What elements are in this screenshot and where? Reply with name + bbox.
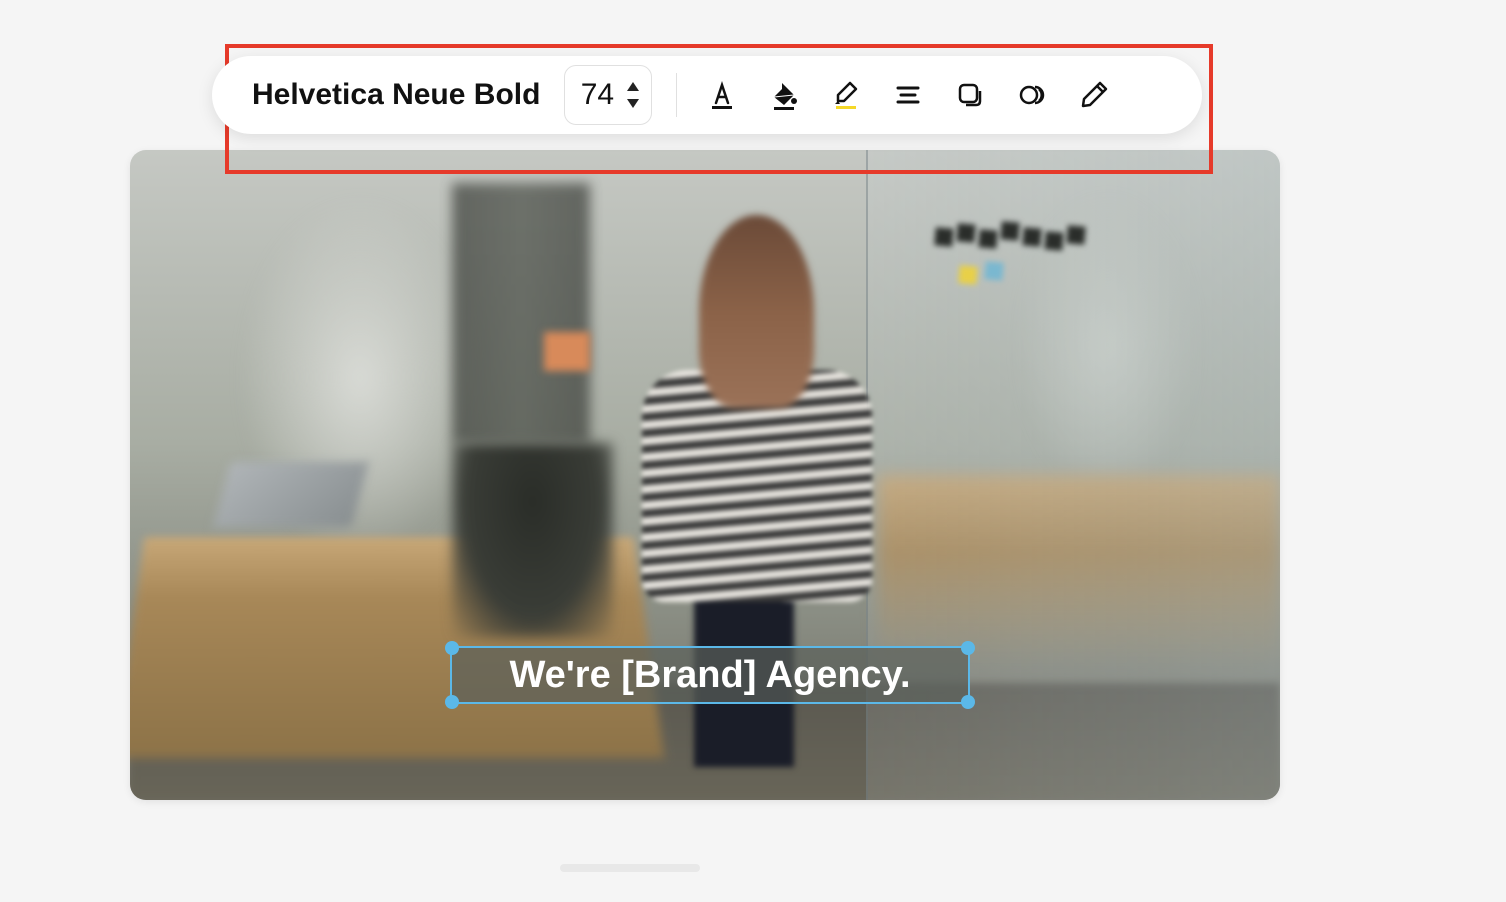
- bg-shelf: [452, 183, 590, 443]
- layers-icon: [954, 79, 986, 111]
- bg-sticky-notes: [935, 228, 1165, 306]
- resize-handle-tl[interactable]: [445, 641, 459, 655]
- layers-button[interactable]: [945, 70, 995, 120]
- resize-handle-bl[interactable]: [445, 695, 459, 709]
- font-size-value[interactable]: 74: [577, 78, 617, 112]
- text-selection-box[interactable]: We're [Brand] Agency.: [450, 646, 970, 704]
- resize-handle-br[interactable]: [961, 695, 975, 709]
- align-button[interactable]: [883, 70, 933, 120]
- font-size-decrease-icon[interactable]: [627, 99, 639, 108]
- highlighter-icon: [830, 79, 862, 111]
- text-color-button[interactable]: [697, 70, 747, 120]
- edit-button[interactable]: [1069, 70, 1119, 120]
- bg-shelf-item: [544, 332, 590, 371]
- paint-bucket-icon: [768, 79, 800, 111]
- font-family-selector[interactable]: Helvetica Neue Bold: [242, 78, 560, 112]
- effects-button[interactable]: [1007, 70, 1057, 120]
- highlight-button[interactable]: [821, 70, 871, 120]
- divider: [676, 73, 677, 117]
- text-color-icon: [706, 79, 738, 111]
- font-size-increase-icon[interactable]: [627, 82, 639, 91]
- fill-color-button[interactable]: [759, 70, 809, 120]
- text-format-toolbar: Helvetica Neue Bold 74: [212, 56, 1202, 134]
- align-icon: [892, 79, 924, 111]
- canvas[interactable]: We're [Brand] Agency.: [130, 150, 1280, 800]
- text-content[interactable]: We're [Brand] Agency.: [509, 654, 910, 697]
- resize-handle-tr[interactable]: [961, 641, 975, 655]
- effects-icon: [1016, 79, 1048, 111]
- text-element[interactable]: We're [Brand] Agency.: [450, 646, 970, 704]
- font-size-control[interactable]: 74: [564, 65, 652, 125]
- bg-laptop: [213, 462, 368, 527]
- bg-chair: [452, 443, 613, 638]
- pencil-icon: [1078, 79, 1110, 111]
- page-indicator[interactable]: [560, 864, 700, 872]
